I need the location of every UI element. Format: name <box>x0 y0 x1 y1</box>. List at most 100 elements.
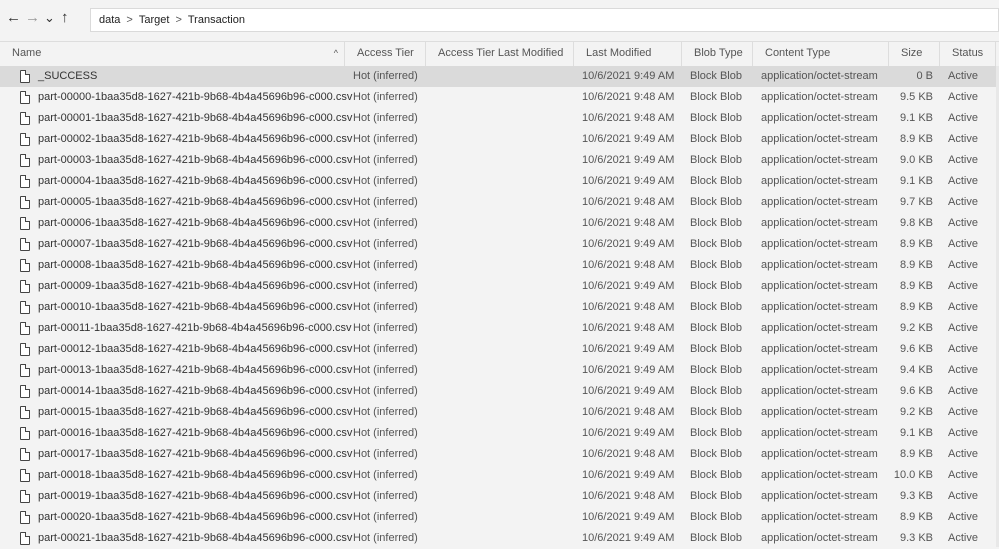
breadcrumb-data[interactable]: data <box>99 14 120 26</box>
status-cell: Active <box>948 364 978 376</box>
content-type-cell: application/octet-stream <box>761 280 878 292</box>
access-tier-cell: Hot (inferred) <box>353 133 418 145</box>
file-icon <box>20 343 30 356</box>
access-tier-cell: Hot (inferred) <box>353 469 418 481</box>
access-tier-cell: Hot (inferred) <box>353 511 418 523</box>
table-row[interactable]: part-00006-1baa35d8-1627-421b-9b68-4b4a4… <box>0 213 996 234</box>
name-cell: _SUCCESS <box>38 70 98 82</box>
table-row[interactable]: part-00002-1baa35d8-1627-421b-9b68-4b4a4… <box>0 129 996 150</box>
table-row[interactable]: part-00001-1baa35d8-1627-421b-9b68-4b4a4… <box>0 108 996 129</box>
table-row[interactable]: part-00021-1baa35d8-1627-421b-9b68-4b4a4… <box>0 528 996 549</box>
name-cell: part-00018-1baa35d8-1627-421b-9b68-4b4a4… <box>38 469 353 481</box>
blob-type-cell: Block Blob <box>690 406 742 418</box>
column-header-name[interactable]: Name ^ <box>0 42 345 66</box>
status-cell: Active <box>948 259 978 271</box>
file-icon <box>20 322 30 335</box>
column-header-last-modified[interactable]: Last Modified <box>574 42 682 66</box>
status-cell: Active <box>948 301 978 313</box>
size-cell: 8.9 KB <box>899 259 933 271</box>
size-cell: 0 B <box>916 70 933 82</box>
status-cell: Active <box>948 427 978 439</box>
access-tier-cell: Hot (inferred) <box>353 112 418 124</box>
size-cell: 9.0 KB <box>899 154 933 166</box>
chevron-down-icon[interactable]: ⌄ <box>44 8 55 28</box>
table-row[interactable]: part-00011-1baa35d8-1627-421b-9b68-4b4a4… <box>0 318 996 339</box>
forward-arrow-icon[interactable]: → <box>25 8 40 28</box>
last-modified-cell: 10/6/2021 9:49 AM <box>582 280 675 292</box>
size-cell: 9.5 KB <box>899 91 933 103</box>
blob-type-cell: Block Blob <box>690 469 742 481</box>
table-row[interactable]: part-00008-1baa35d8-1627-421b-9b68-4b4a4… <box>0 255 996 276</box>
table-row[interactable]: part-00012-1baa35d8-1627-421b-9b68-4b4a4… <box>0 339 996 360</box>
status-cell: Active <box>948 70 978 82</box>
back-arrow-icon[interactable]: ← <box>6 8 21 28</box>
name-cell: part-00013-1baa35d8-1627-421b-9b68-4b4a4… <box>38 364 353 376</box>
content-type-cell: application/octet-stream <box>761 322 878 334</box>
size-cell: 9.2 KB <box>899 406 933 418</box>
status-cell: Active <box>948 238 978 250</box>
column-header-status[interactable]: Status <box>940 42 996 66</box>
column-header-access-tier[interactable]: Access Tier <box>345 42 426 66</box>
file-icon <box>20 469 30 482</box>
column-header-row: Name ^ Access Tier Access Tier Last Modif… <box>0 41 999 66</box>
table-row[interactable]: part-00016-1baa35d8-1627-421b-9b68-4b4a4… <box>0 423 996 444</box>
size-cell: 9.6 KB <box>899 343 933 355</box>
size-cell: 9.1 KB <box>899 427 933 439</box>
last-modified-cell: 10/6/2021 9:48 AM <box>582 301 675 313</box>
blob-type-cell: Block Blob <box>690 511 742 523</box>
table-row[interactable]: part-00015-1baa35d8-1627-421b-9b68-4b4a4… <box>0 402 996 423</box>
file-icon <box>20 175 30 188</box>
blob-type-cell: Block Blob <box>690 133 742 145</box>
blob-type-cell: Block Blob <box>690 532 742 544</box>
size-cell: 9.7 KB <box>899 196 933 208</box>
file-icon <box>20 280 30 293</box>
table-row[interactable]: part-00007-1baa35d8-1627-421b-9b68-4b4a4… <box>0 234 996 255</box>
blob-type-cell: Block Blob <box>690 280 742 292</box>
table-row[interactable]: part-00003-1baa35d8-1627-421b-9b68-4b4a4… <box>0 150 996 171</box>
last-modified-cell: 10/6/2021 9:49 AM <box>582 511 675 523</box>
address-bar[interactable]: data > Target > Transaction <box>90 8 999 32</box>
breadcrumb-transaction[interactable]: Transaction <box>188 14 245 26</box>
last-modified-cell: 10/6/2021 9:49 AM <box>582 238 675 250</box>
column-header-size[interactable]: Size <box>889 42 940 66</box>
up-arrow-icon[interactable]: ↑ <box>61 8 69 28</box>
file-icon <box>20 301 30 314</box>
status-cell: Active <box>948 91 978 103</box>
table-row[interactable]: part-00005-1baa35d8-1627-421b-9b68-4b4a4… <box>0 192 996 213</box>
status-cell: Active <box>948 469 978 481</box>
table-row[interactable]: part-00018-1baa35d8-1627-421b-9b68-4b4a4… <box>0 465 996 486</box>
breadcrumb-target[interactable]: Target <box>139 14 170 26</box>
table-row[interactable]: part-00000-1baa35d8-1627-421b-9b68-4b4a4… <box>0 87 996 108</box>
name-cell: part-00021-1baa35d8-1627-421b-9b68-4b4a4… <box>38 532 353 544</box>
table-row[interactable]: part-00019-1baa35d8-1627-421b-9b68-4b4a4… <box>0 486 996 507</box>
status-cell: Active <box>948 385 978 397</box>
status-cell: Active <box>948 280 978 292</box>
file-icon <box>20 532 30 545</box>
content-type-cell: application/octet-stream <box>761 427 878 439</box>
status-cell: Active <box>948 511 978 523</box>
chevron-right-icon: > <box>175 14 182 26</box>
name-cell: part-00011-1baa35d8-1627-421b-9b68-4b4a4… <box>38 322 352 334</box>
column-header-access-tier-last-modified[interactable]: Access Tier Last Modified <box>426 42 574 66</box>
file-icon <box>20 259 30 272</box>
table-row[interactable]: part-00009-1baa35d8-1627-421b-9b68-4b4a4… <box>0 276 996 297</box>
table-row[interactable]: part-00010-1baa35d8-1627-421b-9b68-4b4a4… <box>0 297 996 318</box>
last-modified-cell: 10/6/2021 9:49 AM <box>582 385 675 397</box>
status-cell: Active <box>948 532 978 544</box>
file-icon <box>20 112 30 125</box>
content-type-cell: application/octet-stream <box>761 301 878 313</box>
access-tier-cell: Hot (inferred) <box>353 70 418 82</box>
status-cell: Active <box>948 154 978 166</box>
status-cell: Active <box>948 343 978 355</box>
table-row[interactable]: part-00020-1baa35d8-1627-421b-9b68-4b4a4… <box>0 507 996 528</box>
column-header-blob-type[interactable]: Blob Type <box>682 42 753 66</box>
table-row[interactable]: part-00004-1baa35d8-1627-421b-9b68-4b4a4… <box>0 171 996 192</box>
table-row[interactable]: part-00014-1baa35d8-1627-421b-9b68-4b4a4… <box>0 381 996 402</box>
sort-ascending-icon: ^ <box>333 48 338 58</box>
table-row[interactable]: part-00013-1baa35d8-1627-421b-9b68-4b4a4… <box>0 360 996 381</box>
table-row[interactable]: part-00017-1baa35d8-1627-421b-9b68-4b4a4… <box>0 444 996 465</box>
status-cell: Active <box>948 133 978 145</box>
blob-type-cell: Block Blob <box>690 112 742 124</box>
table-row[interactable]: _SUCCESS Hot (inferred) 10/6/2021 9:49 AM B… <box>0 66 996 87</box>
column-header-content-type[interactable]: Content Type <box>753 42 889 66</box>
